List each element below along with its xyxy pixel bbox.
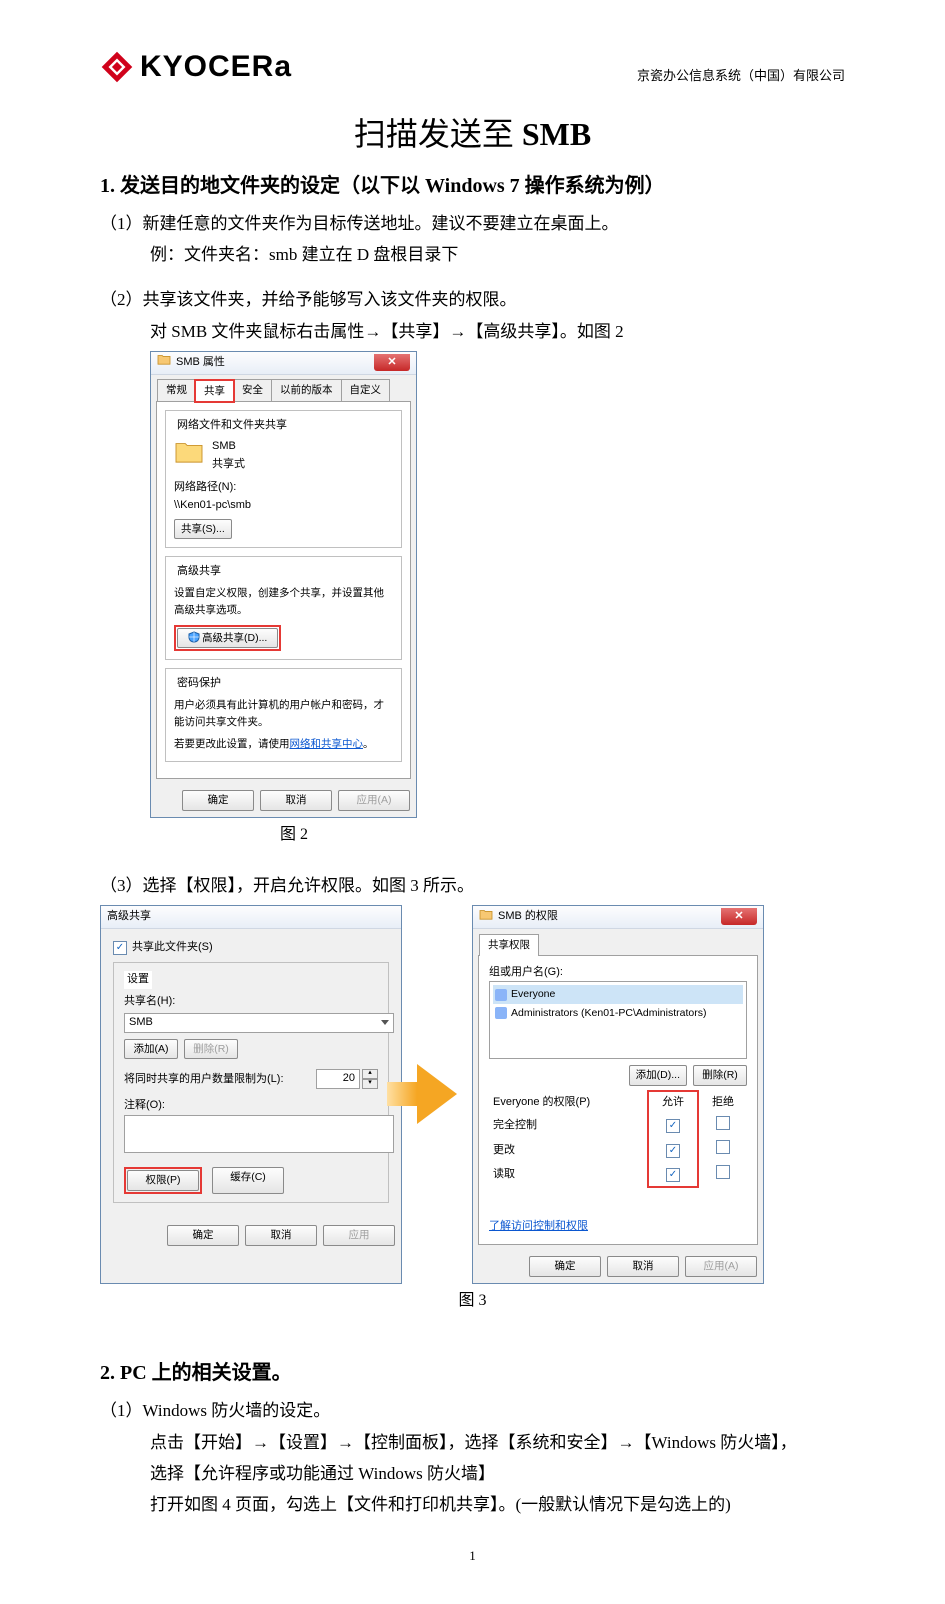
tab-general[interactable]: 常规 [157,379,196,401]
cancel-button[interactable]: 取消 [260,790,332,811]
permissions-highlight: 权限(P) [124,1167,202,1194]
page-number: 1 [0,1548,945,1564]
apply-button[interactable]: 应用 [323,1225,395,1246]
company-name: 京瓷办公信息系统（中国）有限公司 [637,65,845,84]
tab-prevver[interactable]: 以前的版本 [271,379,342,401]
fig3a-title-text: 高级共享 [107,908,151,926]
fig3b-titlebar: SMB 的权限 ✕ [473,906,763,929]
fig2-group-password: 密码保护 用户必须具有此计算机的用户帐户和密码，才能访问共享文件夹。 若要更改此… [165,668,402,762]
fig3a-dialog: 高级共享 ✓ 共享此文件夹(S) 设置 共享名(H): SMB [100,905,402,1284]
allow-header: 允许 [648,1091,698,1114]
chevron-down-icon [381,1020,389,1025]
step-1-line-2: 例：文件夹名：smb 建立在 D 盘根目录下 [100,241,845,268]
user-icon [495,989,507,1001]
step-1-line-1: （1）新建任意的文件夹作为目标传送地址。建议不要建立在桌面上。 [100,210,845,237]
cancel-button[interactable]: 取消 [607,1256,679,1277]
delete-button[interactable]: 删除(R) [184,1039,238,1060]
fig2-dialog: SMB 属性 ✕ 常规 共享 安全 以前的版本 自定义 网络文件和文件夹共享 [150,351,417,818]
fig2-group-advanced: 高级共享 设置自定义权限，创建多个共享，并设置其他高级共享选项。 高级共享(D)… [165,556,402,660]
tab-security[interactable]: 安全 [233,379,272,401]
share-name-select[interactable]: SMB [124,1013,394,1033]
deny-header: 拒绝 [698,1091,747,1114]
cache-button[interactable]: 缓存(C) [212,1167,284,1194]
fig2-netpath-label: 网络路径(N): [174,479,393,497]
title-pre: 扫描发送至 [354,116,522,152]
fig2-shared-state: 共享式 [212,456,245,474]
allow-full-checkbox[interactable]: ✓ [666,1119,680,1133]
folder-icon [479,908,493,927]
user-icon [495,1007,507,1019]
groups-label: 组或用户名(G): [489,964,747,982]
users-list[interactable]: Everyone Administrators (Ken01-PC\Admini… [489,981,747,1059]
arrow-right-icon [417,1064,457,1124]
section-1-heading: 1. 发送目的地文件夹的设定（以下以 Windows 7 操作系统为例） [100,170,845,202]
share-folder-checkbox[interactable]: ✓ [113,941,127,955]
allow-read-checkbox[interactable]: ✓ [666,1168,680,1182]
fig2-netpath: \\Ken01-pc\smb [174,497,393,515]
fig2-folder-name: SMB [212,438,245,456]
kyocera-wordmark: KYOCERa [140,50,292,84]
step-2-line-2: 对 SMB 文件夹鼠标右击属性→【共享】→【高级共享】。如图 2 [100,318,845,345]
folder-icon [157,353,171,372]
tab-share[interactable]: 共享 [195,380,234,402]
fig2-title-text: SMB 属性 [176,354,225,372]
ok-button[interactable]: 确定 [182,790,254,811]
tab-share-permissions[interactable]: 共享权限 [479,934,539,956]
spinner-buttons[interactable]: ▴▾ [362,1069,378,1089]
fig3b-dialog: SMB 的权限 ✕ 共享权限 组或用户名(G): Everyone Admini… [472,905,764,1284]
advanced-share-highlight: 高级共享(D)... [174,625,281,652]
fig2-tabs: 常规 共享 安全 以前的版本 自定义 [151,375,416,401]
add-button[interactable]: 添加(A) [124,1039,178,1060]
fig2-caption: 图 2 [150,822,845,848]
fig2-group-networkshare: 网络文件和文件夹共享 SMB 共享式 网络路径(N): \\Ken01-pc\s… [165,410,402,549]
learn-access-link[interactable]: 了解访问控制和权限 [489,1220,588,1232]
deny-full-checkbox[interactable] [716,1116,730,1130]
deny-change-checkbox[interactable] [716,1140,730,1154]
share-button[interactable]: 共享(S)... [174,519,232,540]
permissions-button[interactable]: 权限(P) [127,1170,199,1191]
shield-icon [188,631,200,643]
close-icon[interactable]: ✕ [374,354,410,371]
deny-read-checkbox[interactable] [716,1165,730,1179]
allow-change-checkbox[interactable]: ✓ [666,1144,680,1158]
limit-label: 将同时共享的用户数量限制为(L): [124,1071,284,1089]
sec2-p3: 选择【允许程序或功能通过 Windows 防火墙】 [100,1460,845,1487]
section-2-heading: 2. PC 上的相关设置。 [100,1357,845,1389]
perm-for-label: Everyone 的权限(P) [489,1091,648,1114]
sec2-p2: 点击【开始】→【设置】→【控制面板】，选择【系统和安全】→【Windows 防火… [100,1429,845,1456]
share-name-label: 共享名(H): [124,993,378,1011]
step-2-line-1: （2）共享该文件夹，并给予能够写入该文件夹的权限。 [100,286,845,313]
kyocera-mark-icon [100,50,134,84]
fig2-adv-desc: 设置自定义权限，创建多个共享，并设置其他高级共享选项。 [174,585,393,619]
apply-button[interactable]: 应用(A) [685,1256,757,1277]
folder-icon [174,438,204,471]
list-item: Administrators (Ken01-PC\Administrators) [493,1004,743,1023]
ok-button[interactable]: 确定 [529,1256,601,1277]
fig3b-title-text: SMB 的权限 [498,908,558,926]
cancel-button[interactable]: 取消 [245,1225,317,1246]
delete-button[interactable]: 删除(R) [693,1065,747,1086]
step-3-line: （3）选择【权限】，开启允许权限。如图 3 所示。 [100,872,845,899]
fig2-pwd-desc: 用户必须具有此计算机的用户帐户和密码，才能访问共享文件夹。 [174,697,393,731]
ok-button[interactable]: 确定 [167,1225,239,1246]
fig2-titlebar: SMB 属性 ✕ [151,352,416,375]
share-folder-checkbox-label: 共享此文件夹(S) [132,939,213,957]
title-latin: SMB [522,116,591,152]
list-item: Everyone [493,985,743,1004]
fig3-caption: 图 3 [100,1288,845,1314]
comment-label: 注释(O): [124,1097,378,1115]
sec2-p1: （1）Windows 防火墙的设定。 [100,1397,845,1424]
apply-button[interactable]: 应用(A) [338,790,410,811]
network-sharing-center-link[interactable]: 网络和共享中心 [290,738,364,750]
limit-input[interactable]: 20 [316,1069,360,1089]
kyocera-logo: KYOCERa [100,50,292,84]
comment-input[interactable] [124,1115,394,1153]
document-title: 扫描发送至 SMB [0,109,945,155]
advanced-share-button[interactable]: 高级共享(D)... [177,628,278,649]
tab-custom[interactable]: 自定义 [341,379,391,401]
add-button[interactable]: 添加(D)... [629,1065,687,1086]
fig3a-titlebar: 高级共享 [101,906,401,929]
close-icon[interactable]: ✕ [721,908,757,925]
sec2-p4: 打开如图 4 页面，勾选上【文件和打印机共享】。(一般默认情况下是勾选上的) [100,1491,845,1518]
